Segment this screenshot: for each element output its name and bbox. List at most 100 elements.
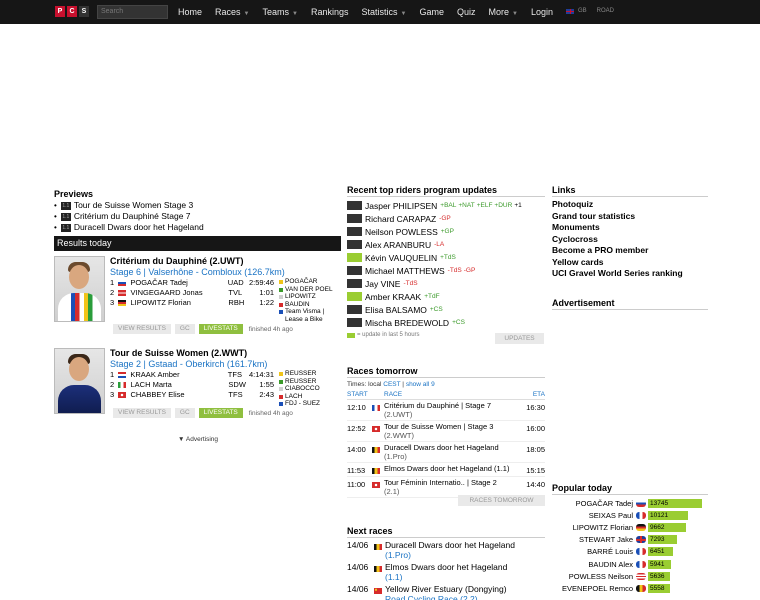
rider-name[interactable]: BAUDIN Alex bbox=[552, 560, 636, 569]
rider-name[interactable]: CHABBEY Elise bbox=[130, 390, 228, 400]
popular-row[interactable]: BAUDIN Alex 5941 bbox=[552, 558, 708, 570]
update-row[interactable]: Neilson POWLESS +GP bbox=[347, 225, 545, 238]
link-item[interactable]: Grand tour statistics bbox=[552, 211, 708, 223]
link-item[interactable]: Cyclocross bbox=[552, 234, 708, 246]
rider-name[interactable]: EVENEPOEL Remco bbox=[552, 584, 636, 593]
result-row[interactable]: 2 LACH Marta SDW 1:55 bbox=[110, 380, 274, 390]
show-all-link[interactable]: show all 9 bbox=[406, 381, 435, 388]
update-row[interactable]: Jay VINE -TdS bbox=[347, 277, 545, 290]
update-row[interactable]: Amber KRAAK +TdF bbox=[347, 290, 545, 303]
result-row[interactable]: 3 CHABBEY Elise TFS 2:43 bbox=[110, 390, 274, 400]
rider-name[interactable]: Amber KRAAK bbox=[365, 292, 421, 302]
nav-item-races[interactable]: Races ▼ bbox=[215, 7, 249, 17]
race-name-cell[interactable]: Yellow River Estuary (Dongying) Road Cycl… bbox=[385, 584, 545, 600]
rider-name[interactable]: Jay VINE bbox=[365, 279, 400, 289]
rider-name[interactable]: STEWART Jake bbox=[552, 535, 636, 544]
jersey-holder[interactable]: LIPOWITZ bbox=[279, 293, 335, 301]
result-row[interactable]: 3 LIPOWITZ Florian RBH 1:22 bbox=[110, 298, 274, 308]
update-row[interactable]: Kévin VAUQUELIN +TdS bbox=[347, 251, 545, 264]
update-row[interactable]: Mischa BREDEWOLD +CS bbox=[347, 316, 545, 329]
race-tomorrow-row[interactable]: 12:52 Tour de Suisse Women | Stage 3 (2.WW… bbox=[347, 421, 545, 442]
update-row[interactable]: Alex ARANBURU -LA bbox=[347, 238, 545, 251]
popular-row[interactable]: EVENEPOEL Remco 5558 bbox=[552, 582, 708, 594]
updates-button[interactable]: UPDATES bbox=[495, 333, 544, 344]
cest-time-option[interactable]: CEST bbox=[383, 381, 400, 388]
rider-name[interactable]: Jasper PHILIPSEN bbox=[365, 201, 437, 211]
stage-link[interactable]: Stage 2 | Gstaad - Oberkirch (161.7km) bbox=[110, 359, 341, 369]
rider-name[interactable]: POGAČAR Tadej bbox=[552, 499, 636, 508]
race-tomorrow-row[interactable]: 12:10 Critérium du Dauphiné | Stage 7 (2.U… bbox=[347, 400, 545, 421]
rider-name[interactable]: Elisa BALSAMO bbox=[365, 305, 427, 315]
race-tomorrow-row[interactable]: 14:00 Duracell Dwars door het Hageland (1.… bbox=[347, 442, 545, 463]
livestats-button[interactable]: LIVESTATS bbox=[198, 408, 243, 418]
result-row[interactable]: 2 VINGEGAARD Jonas TVL 1:01 bbox=[110, 288, 274, 298]
view-results-button[interactable]: VIEW RESULTS bbox=[113, 408, 171, 418]
mode-label[interactable]: ROAD bbox=[597, 8, 614, 14]
rider-name[interactable]: Alex ARANBURU bbox=[365, 240, 431, 250]
update-row[interactable]: Michael MATTHEWS -TdS -GP bbox=[347, 264, 545, 277]
jersey-holder[interactable]: POGAČAR bbox=[279, 278, 335, 286]
jersey-holder[interactable]: CIABOCCO bbox=[279, 385, 320, 393]
jersey-holder[interactable]: REUSSER bbox=[279, 370, 320, 378]
rider-name[interactable]: SEIXAS Paul bbox=[552, 511, 636, 520]
rider-name[interactable]: Neilson POWLESS bbox=[365, 227, 438, 237]
race-name-cell[interactable]: Elmos Dwars door het Hageland (1.1) bbox=[385, 562, 545, 582]
link-item[interactable]: Yellow cards bbox=[552, 257, 708, 269]
link-item[interactable]: Monuments bbox=[552, 222, 708, 234]
rider-name[interactable]: Mischa BREDEWOLD bbox=[365, 318, 449, 328]
race-name-cell[interactable]: Tour Féminin Internatio.. | Stage 2 (2.1) bbox=[384, 477, 521, 497]
link-item[interactable]: Become a PRO member bbox=[552, 245, 708, 257]
gc-button[interactable]: GC bbox=[174, 324, 195, 334]
popular-row[interactable]: POGAČAR Tadej 13745 bbox=[552, 497, 708, 509]
stage-link[interactable]: Stage 6 | Valserhône - Combloux (126.7km… bbox=[110, 267, 341, 277]
local-time-option[interactable]: local bbox=[368, 381, 381, 388]
link-item[interactable]: UCI Gravel World Series ranking bbox=[552, 268, 708, 280]
rider-name[interactable]: LACH Marta bbox=[130, 380, 228, 390]
rider-name[interactable]: Kévin VAUQUELIN bbox=[365, 253, 437, 263]
nav-item-quiz[interactable]: Quiz bbox=[457, 7, 476, 17]
jersey-holder[interactable]: FDJ - SUEZ bbox=[279, 400, 320, 408]
nav-item-rankings[interactable]: Rankings bbox=[311, 7, 349, 17]
races-tomorrow-button[interactable]: RACES TOMORROW bbox=[458, 495, 545, 506]
language-selector[interactable]: GB ROAD bbox=[566, 8, 614, 14]
race-title[interactable]: Tour de Suisse Women (2.WWT) bbox=[110, 348, 341, 358]
rider-name[interactable]: BARRÉ Louis bbox=[552, 547, 636, 556]
race-name-cell[interactable]: Duracell Dwars door het Hageland (1.Pro) bbox=[385, 540, 545, 560]
jersey-holder[interactable]: LACH bbox=[279, 393, 320, 401]
race-title[interactable]: Critérium du Dauphiné (2.UWT) bbox=[110, 256, 341, 266]
nav-item-home[interactable]: Home bbox=[178, 7, 202, 17]
rider-name[interactable]: Michael MATTHEWS bbox=[365, 266, 445, 276]
update-row[interactable]: Richard CARAPAZ -GP bbox=[347, 212, 545, 225]
nav-item-statistics[interactable]: Statistics ▼ bbox=[361, 7, 406, 17]
popular-row[interactable]: BARRÉ Louis 6451 bbox=[552, 546, 708, 558]
jersey-holder[interactable]: VAN DER POEL bbox=[279, 286, 335, 294]
race-name-cell[interactable]: Critérium du Dauphiné | Stage 7 (2.UWT) bbox=[384, 400, 521, 420]
nav-item-more[interactable]: More ▼ bbox=[488, 7, 517, 17]
pcs-logo[interactable]: P C S bbox=[55, 6, 89, 17]
result-row[interactable]: 1 KRAAK Amber TFS 4:14:31 bbox=[110, 370, 274, 380]
preview-item[interactable]: 1.1Critérium du Dauphiné Stage 7 bbox=[54, 211, 341, 222]
advertising-toggle[interactable]: ▼ Advertising bbox=[178, 436, 218, 443]
view-results-button[interactable]: VIEW RESULTS bbox=[113, 324, 171, 334]
rider-photo[interactable] bbox=[54, 256, 105, 322]
rider-name[interactable]: LIPOWITZ Florian bbox=[130, 298, 228, 308]
popular-row[interactable]: SEIXAS Paul 10121 bbox=[552, 509, 708, 521]
nav-item-game[interactable]: Game bbox=[419, 7, 444, 17]
jersey-holder[interactable]: Team Visma | Lease a Bike bbox=[279, 308, 335, 323]
link-item[interactable]: Photoquiz bbox=[552, 199, 708, 211]
rider-name[interactable]: Richard CARAPAZ bbox=[365, 214, 436, 224]
preview-item[interactable]: 1.1Tour de Suisse Women Stage 3 bbox=[54, 200, 341, 211]
popular-row[interactable]: LIPOWITZ Florian 9662 bbox=[552, 521, 708, 533]
rider-name[interactable]: POWLESS Neilson bbox=[552, 572, 636, 581]
livestats-button[interactable]: LIVESTATS bbox=[198, 324, 243, 334]
preview-item[interactable]: 1.1Duracell Dwars door het Hageland bbox=[54, 222, 341, 233]
gc-button[interactable]: GC bbox=[174, 408, 195, 418]
jersey-holder[interactable]: BAUDIN bbox=[279, 301, 335, 309]
search-input[interactable]: Search bbox=[97, 5, 168, 19]
next-race-row[interactable]: 14/06 Elmos Dwars door het Hageland (1.1) bbox=[347, 562, 545, 582]
popular-row[interactable]: STEWART Jake 7293 bbox=[552, 534, 708, 546]
rider-photo[interactable] bbox=[54, 348, 105, 414]
rider-name[interactable]: POGAČAR Tadej bbox=[130, 278, 227, 288]
popular-row[interactable]: POWLESS Neilson 5636 bbox=[552, 570, 708, 582]
next-race-row[interactable]: 14/06 Yellow River Estuary (Dongying) Road… bbox=[347, 584, 545, 600]
